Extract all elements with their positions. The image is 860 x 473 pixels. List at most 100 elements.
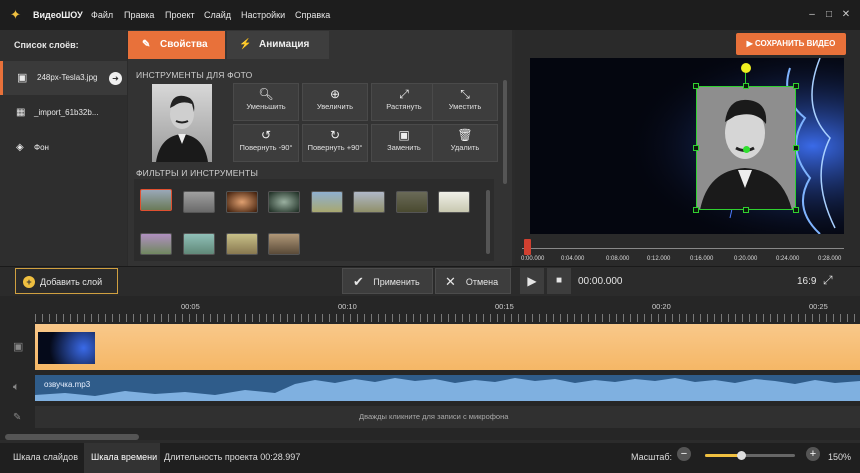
zoom-out-icon: 🔍︎ xyxy=(258,87,274,101)
mic-track[interactable]: Дважды кликните для записи с микрофона xyxy=(35,406,860,428)
zoom-in-icon: ⊕ xyxy=(329,87,341,101)
rotate-right-button[interactable]: ↻ Повернуть +90° xyxy=(302,124,368,162)
clip-thumbnail[interactable] xyxy=(38,332,95,364)
layer-label: 248px-Tesla3.jpg xyxy=(37,73,98,82)
layer-item-background[interactable]: ◈ Фон xyxy=(0,131,127,165)
timeline-scrollbar[interactable] xyxy=(5,434,139,440)
stop-button[interactable]: ■ xyxy=(547,268,571,294)
filter-gray[interactable] xyxy=(183,191,215,213)
ruler-label: 0:24.000 xyxy=(776,256,800,262)
maximize-icon[interactable]: □ xyxy=(823,9,835,21)
ruler-label: 0:00.000 xyxy=(521,256,545,262)
resize-handle[interactable] xyxy=(693,207,699,213)
timeline-tick: 00:10 xyxy=(338,302,357,311)
stretch-button[interactable]: ⤢ Растянуть xyxy=(371,83,437,121)
portrait-image xyxy=(156,95,208,162)
audio-track[interactable]: озвучка.mp3 xyxy=(35,375,860,401)
fullscreen-icon[interactable]: ⤢ xyxy=(823,273,833,288)
menu-settings[interactable]: Настройки xyxy=(241,10,285,20)
zoom-slider[interactable] xyxy=(705,451,795,460)
rotate-left-button[interactable]: ↺ Повернуть -90° xyxy=(233,124,299,162)
filter-cool[interactable] xyxy=(311,191,343,213)
preview-playhead[interactable] xyxy=(524,239,531,255)
menu-file[interactable]: Файл xyxy=(91,10,113,20)
timeline-tick: 00:15 xyxy=(495,302,514,311)
resize-handle[interactable] xyxy=(743,83,749,89)
layer-item-photo[interactable]: ▣ 248px-Tesla3.jpg ➜ xyxy=(0,61,127,95)
tab-slides-scale[interactable]: Шкала слайдов xyxy=(13,452,78,462)
image-icon: ▣ xyxy=(17,72,28,84)
photo-tools-header: ИНСТРУМЕНТЫ ДЛЯ ФОТО xyxy=(136,70,253,80)
resize-handle[interactable] xyxy=(793,145,799,151)
tab-properties[interactable]: ✎ Свойства xyxy=(128,31,225,59)
filter-purple[interactable] xyxy=(140,233,172,255)
close-icon[interactable]: ✕ xyxy=(840,9,852,21)
filter-original[interactable] xyxy=(140,189,172,211)
film-icon: ▶ xyxy=(746,39,755,48)
layer-label: Фон xyxy=(34,143,49,152)
filter-dark-vignette[interactable] xyxy=(268,191,300,213)
preview-ruler-line[interactable] xyxy=(522,248,844,249)
timeline-tick: 00:25 xyxy=(809,302,828,311)
resize-handle[interactable] xyxy=(743,207,749,213)
paint-bucket-icon: ◈ xyxy=(16,142,24,153)
replace-button[interactable]: ▣ Заменить xyxy=(371,124,437,162)
zoom-in-button[interactable]: + xyxy=(806,447,820,461)
filter-sepia[interactable] xyxy=(268,233,300,255)
menu-edit[interactable]: Правка xyxy=(124,10,154,20)
tab-timeline-label[interactable]: Шкала времени xyxy=(91,452,157,462)
video-track-icon: ▣ xyxy=(13,341,24,353)
video-track[interactable] xyxy=(35,324,860,370)
audio-label: озвучка.mp3 xyxy=(44,380,91,389)
rotate-handle[interactable] xyxy=(741,63,751,73)
tools-scrollbar[interactable] xyxy=(503,80,507,184)
minimize-icon[interactable]: – xyxy=(806,9,818,21)
arrow-right-icon[interactable]: ➜ xyxy=(109,72,122,85)
resize-handle[interactable] xyxy=(693,145,699,151)
filter-vignette[interactable] xyxy=(226,191,258,213)
ruler-label: 0:08.000 xyxy=(606,256,630,262)
tab-animation[interactable]: ⚡ Анимация xyxy=(227,31,329,59)
menu-slide[interactable]: Слайд xyxy=(204,10,231,20)
center-point[interactable] xyxy=(743,146,750,153)
play-button[interactable]: ▶ xyxy=(520,268,544,294)
apply-button[interactable]: ✔ Применить xyxy=(342,268,433,294)
image-replace-icon: ▣ xyxy=(398,128,410,142)
ruler-label: 0:20.000 xyxy=(734,256,758,262)
zoom-slider-knob[interactable] xyxy=(737,451,746,460)
fit-button[interactable]: ⤡ Уместить xyxy=(432,83,498,121)
resize-handle[interactable] xyxy=(793,207,799,213)
film-icon: ▦ xyxy=(16,107,26,118)
menu-project[interactable]: Проект xyxy=(165,10,195,20)
ruler-label: 0:16.000 xyxy=(690,256,714,262)
resize-handle[interactable] xyxy=(793,83,799,89)
cancel-button[interactable]: ✕ Отмена xyxy=(435,268,511,294)
zoom-out-button[interactable]: − xyxy=(677,447,691,461)
resize-handle[interactable] xyxy=(693,83,699,89)
layer-item-import[interactable]: ▦ _import_61b32b... xyxy=(0,96,127,130)
filter-olive[interactable] xyxy=(396,191,428,213)
zoom-value: 150% xyxy=(828,452,852,462)
trash-icon: 🗑︎ xyxy=(457,128,473,142)
filter-yellow[interactable] xyxy=(226,233,258,255)
shrink-button[interactable]: 🔍︎ Уменьшить xyxy=(233,83,299,121)
photo-thumbnail xyxy=(152,84,212,162)
filters-scrollbar[interactable] xyxy=(486,190,490,254)
shrink-icon: ⤡ xyxy=(460,87,470,101)
aspect-ratio[interactable]: 16:9 xyxy=(797,276,816,287)
menu-help[interactable]: Справка xyxy=(295,10,330,20)
add-layer-button[interactable]: + Добавить слой xyxy=(15,268,118,294)
filter-light[interactable] xyxy=(438,191,470,213)
delete-button[interactable]: 🗑︎ Удалить xyxy=(432,124,498,162)
timeline-tick: 00:05 xyxy=(181,302,200,311)
filter-teal[interactable] xyxy=(183,233,215,255)
audio-track-icon: 🔈︎ xyxy=(13,381,20,393)
ruler-label: 0:12.000 xyxy=(647,256,671,262)
timeline-ruler-ticks xyxy=(35,314,860,322)
enlarge-button[interactable]: ⊕ Увеличить xyxy=(302,83,368,121)
filter-warm[interactable] xyxy=(353,191,385,213)
save-video-button[interactable]: ▶ СОХРАНИТЬ ВИДЕО xyxy=(736,33,846,55)
expand-icon: ⤢ xyxy=(399,87,409,101)
audio-waveform xyxy=(35,378,860,401)
checkmark-icon: ✔ xyxy=(353,274,364,289)
